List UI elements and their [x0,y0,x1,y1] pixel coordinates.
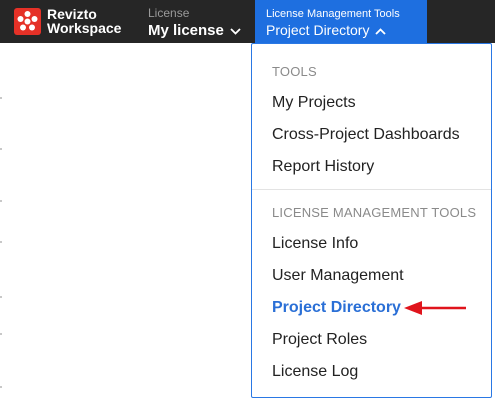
section-label-license-management-tools: LICENSE MANAGEMENT TOOLS [272,205,477,220]
menu-item-cross-project-dashboards[interactable]: Cross-Project Dashboards [272,125,460,145]
license-management-tools-tab[interactable]: License Management Tools Project Directo… [255,0,427,43]
menu-item-my-projects[interactable]: My Projects [272,93,356,113]
background-tick [0,148,2,150]
chevron-down-icon [230,22,241,40]
red-arrow-icon [402,299,468,322]
tools-caption: License Management Tools [266,8,400,20]
background-tick [0,241,2,243]
brand-line-2: Workspace [47,20,122,36]
background-tick [0,333,2,335]
menu-item-license-info[interactable]: License Info [272,234,358,254]
brand-line-1: Revizto [47,6,97,22]
license-caption: License [148,6,190,20]
tools-current-value: Project Directory [266,22,370,38]
license-selector[interactable]: License My license [148,7,241,40]
menu-item-project-roles[interactable]: Project Roles [272,330,367,350]
section-label-tools: TOOLS [272,64,317,79]
menu-item-project-directory[interactable]: Project Directory [272,298,401,318]
brand-name[interactable]: Revizto Workspace [47,7,121,35]
background-tick [0,97,2,99]
background-tick [0,386,2,388]
top-navigation-bar: Revizto Workspace License My license Lic… [0,0,495,43]
menu-item-user-management[interactable]: User Management [272,266,404,286]
background-tick [0,200,2,202]
license-value: My license [148,22,224,39]
menu-divider [252,189,491,190]
revizto-logo-icon[interactable] [14,8,41,35]
tools-dropdown-menu: TOOLS My Projects Cross-Project Dashboar… [251,43,492,398]
menu-item-report-history[interactable]: Report History [272,157,374,177]
background-tick [0,296,2,298]
menu-item-license-log[interactable]: License Log [272,362,358,382]
chevron-up-icon [375,22,387,38]
